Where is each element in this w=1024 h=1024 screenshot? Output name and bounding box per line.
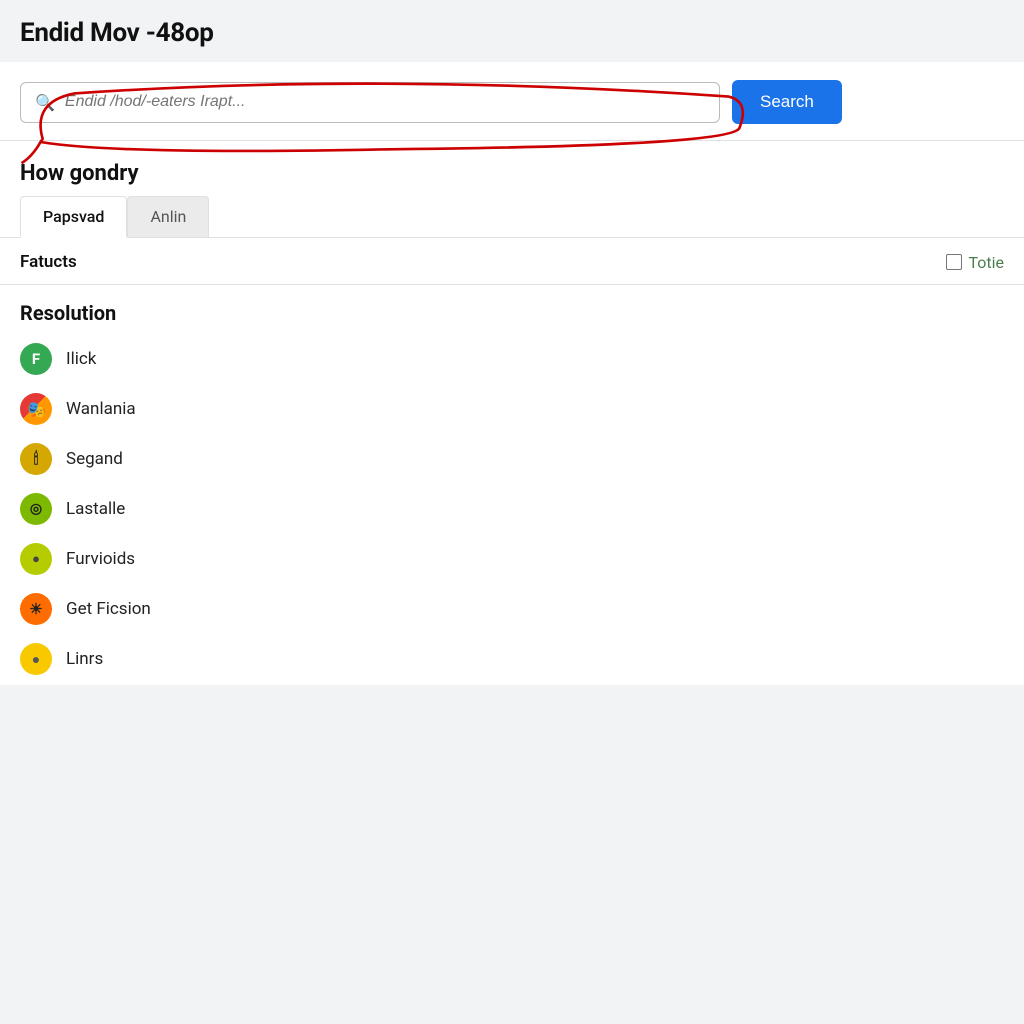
fatucts-label: Fatucts — [20, 252, 77, 272]
item-label-ilick: Ilick — [66, 349, 96, 369]
item-icon-wanlania: 🎭 — [20, 393, 52, 425]
item-icon-lastalle: ◎ — [20, 493, 52, 525]
totie-container[interactable]: Totie — [946, 253, 1004, 272]
item-label-getficsion: Get Ficsion — [66, 599, 151, 619]
item-label-linrs: Linrs — [66, 649, 103, 669]
search-container: 🔍 — [20, 82, 720, 123]
item-icon-segand: 🕯 — [20, 443, 52, 475]
search-icon: 🔍 — [35, 93, 55, 112]
list-item[interactable]: ☀ Get Ficsion — [20, 593, 1004, 625]
item-label-lastalle: Lastalle — [66, 499, 125, 519]
fatucts-row: Fatucts Totie — [0, 238, 1024, 285]
list-item[interactable]: 🕯 Segand — [20, 443, 1004, 475]
resolution-title: Resolution — [20, 301, 1004, 325]
list-item[interactable]: F Ilick — [20, 343, 1004, 375]
tab-anlin[interactable]: Anlin — [127, 196, 209, 237]
item-label-wanlania: Wanlania — [66, 399, 136, 419]
page-title: Endid Mov -48op — [20, 18, 1004, 48]
list-item[interactable]: ● Linrs — [20, 643, 1004, 675]
item-icon-ilick: F — [20, 343, 52, 375]
list-item[interactable]: 🎭 Wanlania — [20, 393, 1004, 425]
search-button[interactable]: Search — [732, 80, 842, 124]
item-icon-furvioids: ● — [20, 543, 52, 575]
item-icon-linrs: ● — [20, 643, 52, 675]
resolution-section: Resolution F Ilick 🎭 Wanlania 🕯 Segand ◎… — [0, 285, 1024, 685]
resolution-list: F Ilick 🎭 Wanlania 🕯 Segand ◎ Lastalle ●… — [20, 343, 1004, 675]
totie-checkbox[interactable] — [946, 254, 962, 270]
item-icon-getficsion: ☀ — [20, 593, 52, 625]
item-label-furvioids: Furvioids — [66, 549, 135, 569]
item-label-segand: Segand — [66, 449, 123, 469]
tabs-container: Papsvad Anlin — [0, 196, 1024, 238]
section-title: How gondry — [0, 141, 1024, 196]
search-input[interactable] — [65, 93, 705, 111]
list-item[interactable]: ◎ Lastalle — [20, 493, 1004, 525]
tab-papsvad[interactable]: Papsvad — [20, 196, 127, 238]
totie-label: Totie — [968, 253, 1004, 272]
list-item[interactable]: ● Furvioids — [20, 543, 1004, 575]
